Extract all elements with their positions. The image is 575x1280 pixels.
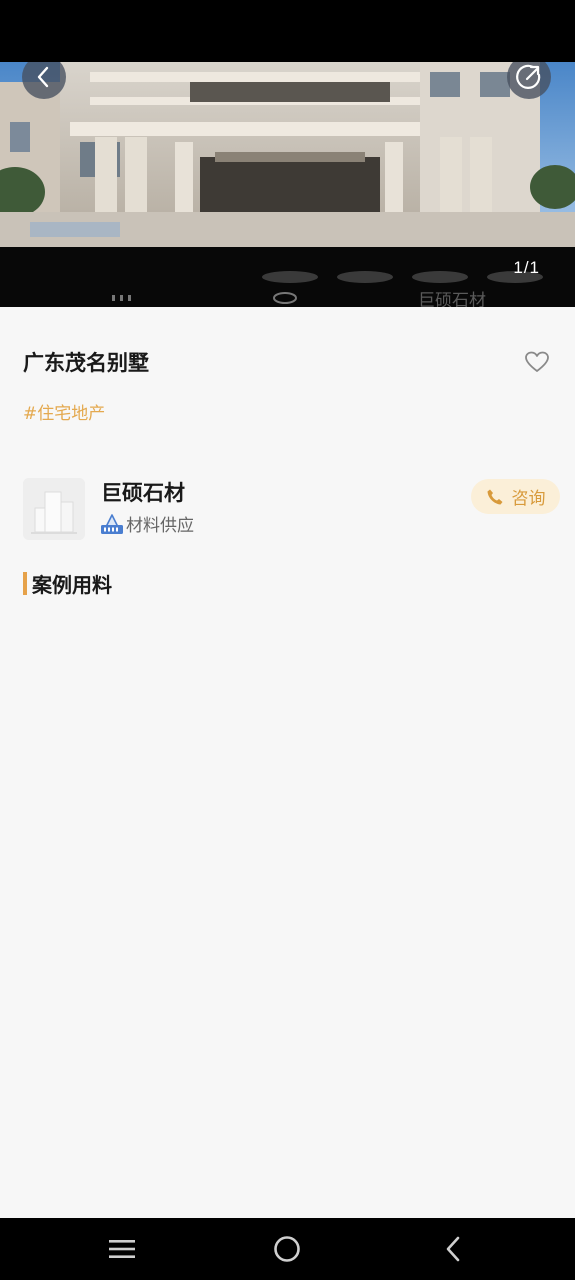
project-tag[interactable]: #住宅地产	[23, 399, 105, 424]
gallery-watermark: 巨硕石材	[418, 291, 486, 307]
home-icon	[274, 1236, 300, 1262]
phone-icon	[487, 489, 502, 504]
consult-label: 咨询	[511, 489, 546, 509]
supplier-type-row: 材料供应	[100, 511, 194, 536]
back-icon	[37, 66, 49, 88]
supplier-avatar[interactable]	[23, 478, 85, 540]
project-title: 广东茂名别墅	[23, 351, 149, 375]
image-counter: 1/1	[513, 258, 540, 277]
supplier-badge-icon	[101, 513, 123, 534]
project-photo: 巨硕石材	[0, 62, 575, 307]
recent-apps-button[interactable]	[96, 1218, 148, 1280]
building-placeholder-icon	[23, 478, 85, 540]
section-accent-bar	[23, 572, 27, 595]
nav-back-icon	[446, 1236, 460, 1262]
image-gallery[interactable]: 巨硕石材 1/1	[0, 62, 575, 307]
system-nav-bar	[0, 1218, 575, 1280]
supplier-name[interactable]: 巨硕石材	[101, 477, 185, 507]
status-bar	[0, 0, 575, 62]
menu-icon	[109, 1240, 135, 1258]
section-title: 案例用料	[32, 573, 112, 597]
supplier-type: 材料供应	[126, 516, 194, 536]
consult-button[interactable]: 咨询	[471, 479, 560, 514]
nav-back-button[interactable]	[427, 1218, 479, 1280]
heart-icon	[525, 351, 549, 372]
home-button[interactable]	[261, 1218, 313, 1280]
favorite-button[interactable]	[524, 350, 550, 378]
share-icon	[516, 64, 541, 89]
